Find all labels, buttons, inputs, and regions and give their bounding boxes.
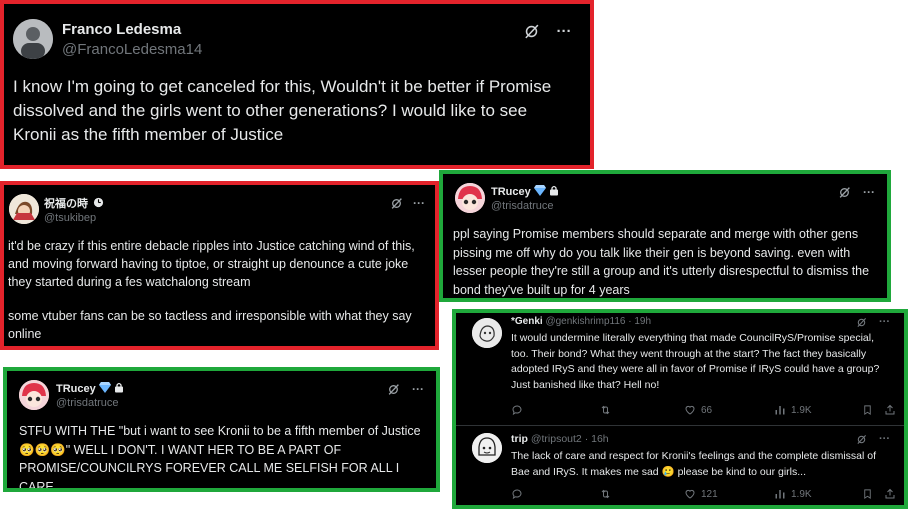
like-button[interactable]: 121 [684, 488, 718, 500]
tweet-card-trucey-1[interactable]: TRucey @trisdatruce ··· ppl saying Promi… [439, 170, 891, 302]
reply-text: The lack of care and respect for Kronii'… [511, 449, 893, 480]
handle[interactable]: @trisdatruce [491, 200, 554, 212]
tweet-text-part: " WELL I DON'T. I WANT HER TO BE A PART … [19, 442, 400, 492]
share-button[interactable] [884, 488, 901, 500]
reply-trip[interactable]: trip @tripsout2 · 16h ··· The lack of ca… [456, 429, 904, 505]
pleading-face-emoji: 🥺🥺🥺 [19, 442, 66, 457]
like-count: 66 [701, 404, 713, 416]
handle-and-time[interactable]: @tripsout2 · 16h [531, 433, 609, 445]
repost-icon [601, 405, 610, 415]
share-icon [885, 488, 895, 499]
grok-icon[interactable] [390, 197, 403, 210]
grok-icon[interactable] [520, 20, 542, 42]
grok-icon[interactable] [838, 186, 851, 199]
share-button[interactable] [884, 404, 901, 416]
bookmark-icon [864, 405, 871, 415]
handle[interactable]: @trisdatruce [56, 397, 119, 409]
view-count: 1.9K [791, 404, 812, 416]
repost-icon [601, 489, 610, 499]
repost-button[interactable] [599, 404, 617, 416]
avatar[interactable] [13, 19, 53, 59]
bookmark-button[interactable] [862, 404, 878, 416]
avatar[interactable] [9, 194, 39, 224]
tweet-paragraph: it'd be crazy if this entire debacle rip… [8, 239, 415, 289]
handle[interactable]: @FrancoLedesma14 [62, 41, 202, 58]
grok-icon[interactable] [856, 317, 867, 328]
tweet-card-trucey-2[interactable]: TRucey @trisdatruce ··· STFU WITH THE "b… [3, 367, 440, 492]
repost-button[interactable] [599, 488, 617, 500]
lock-icon [549, 185, 559, 199]
reply-icon [512, 405, 522, 416]
more-icon[interactable]: ··· [863, 185, 875, 199]
more-icon[interactable]: ··· [879, 433, 890, 445]
tweet-text-part: STFU WITH THE "but i want to see Kronii … [19, 424, 421, 438]
grok-icon[interactable] [387, 383, 400, 396]
views-icon [775, 406, 785, 415]
share-icon [885, 404, 895, 415]
display-name[interactable]: TRucey [56, 383, 96, 395]
diamond-icon [98, 382, 111, 396]
more-icon[interactable]: ··· [554, 20, 574, 42]
tweet-text: I know I'm going to get canceled for thi… [13, 77, 552, 144]
handle-and-time[interactable]: @genkishrimp116 · 19h [545, 316, 651, 327]
tweet-card-franco[interactable]: Franco Ledesma @FrancoLedesma14 ··· I kn… [0, 0, 594, 169]
more-icon[interactable]: ··· [879, 316, 890, 328]
more-icon[interactable]: ··· [413, 196, 425, 210]
tweet-card-tsukibep[interactable]: 祝福の時 @tsukibep ··· it'd be crazy if this… [0, 181, 439, 350]
tweet-text: STFU WITH THE "but i want to see Kronii … [19, 422, 436, 492]
views-button[interactable]: 1.9K [774, 404, 812, 416]
handle[interactable]: @tsukibep [44, 212, 96, 224]
display-name[interactable]: trip [511, 433, 528, 445]
avatar[interactable] [455, 183, 485, 213]
reply-button[interactable] [511, 404, 528, 416]
view-count: 1.9K [791, 488, 812, 500]
diamond-icon [533, 185, 546, 199]
display-name[interactable]: Franco Ledesma [62, 21, 181, 38]
tweet-text: it'd be crazy if this entire debacle rip… [8, 237, 433, 343]
replies-block: *Genki @genkishrimp116 · 19h ··· It woul… [452, 309, 908, 509]
reply-text-part: please be kind to our girls... [677, 465, 806, 478]
divider [456, 425, 904, 426]
like-button[interactable]: 66 [684, 404, 712, 416]
views-button[interactable]: 1.9K [774, 488, 812, 500]
display-name[interactable]: TRucey [491, 186, 531, 198]
reply-button[interactable] [511, 488, 528, 500]
avatar[interactable] [19, 380, 49, 410]
display-name[interactable]: 祝福の時 [44, 198, 88, 210]
more-icon[interactable]: ··· [412, 382, 424, 396]
avatar[interactable] [472, 433, 502, 463]
lock-icon [114, 382, 124, 396]
tweet-paragraph: some vtuber fans can be so tactless and … [8, 309, 412, 341]
reply-genki[interactable]: *Genki @genkishrimp116 · 19h ··· It woul… [456, 313, 904, 429]
bookmark-icon [864, 489, 871, 499]
bookmark-button[interactable] [862, 488, 878, 500]
display-name[interactable]: *Genki [511, 316, 543, 327]
heart-icon [685, 405, 695, 415]
reply-icon [512, 489, 522, 500]
grok-icon[interactable] [856, 434, 867, 445]
clock-icon [93, 197, 104, 211]
avatar[interactable] [472, 318, 502, 348]
smile-tear-emoji: 🥲 [661, 465, 675, 478]
tweet-text: ppl saying Promise members should separa… [453, 227, 870, 297]
reply-text: It would undermine literally everything … [511, 332, 880, 391]
like-count: 121 [701, 488, 718, 500]
views-icon [775, 490, 785, 499]
heart-icon [685, 489, 695, 499]
